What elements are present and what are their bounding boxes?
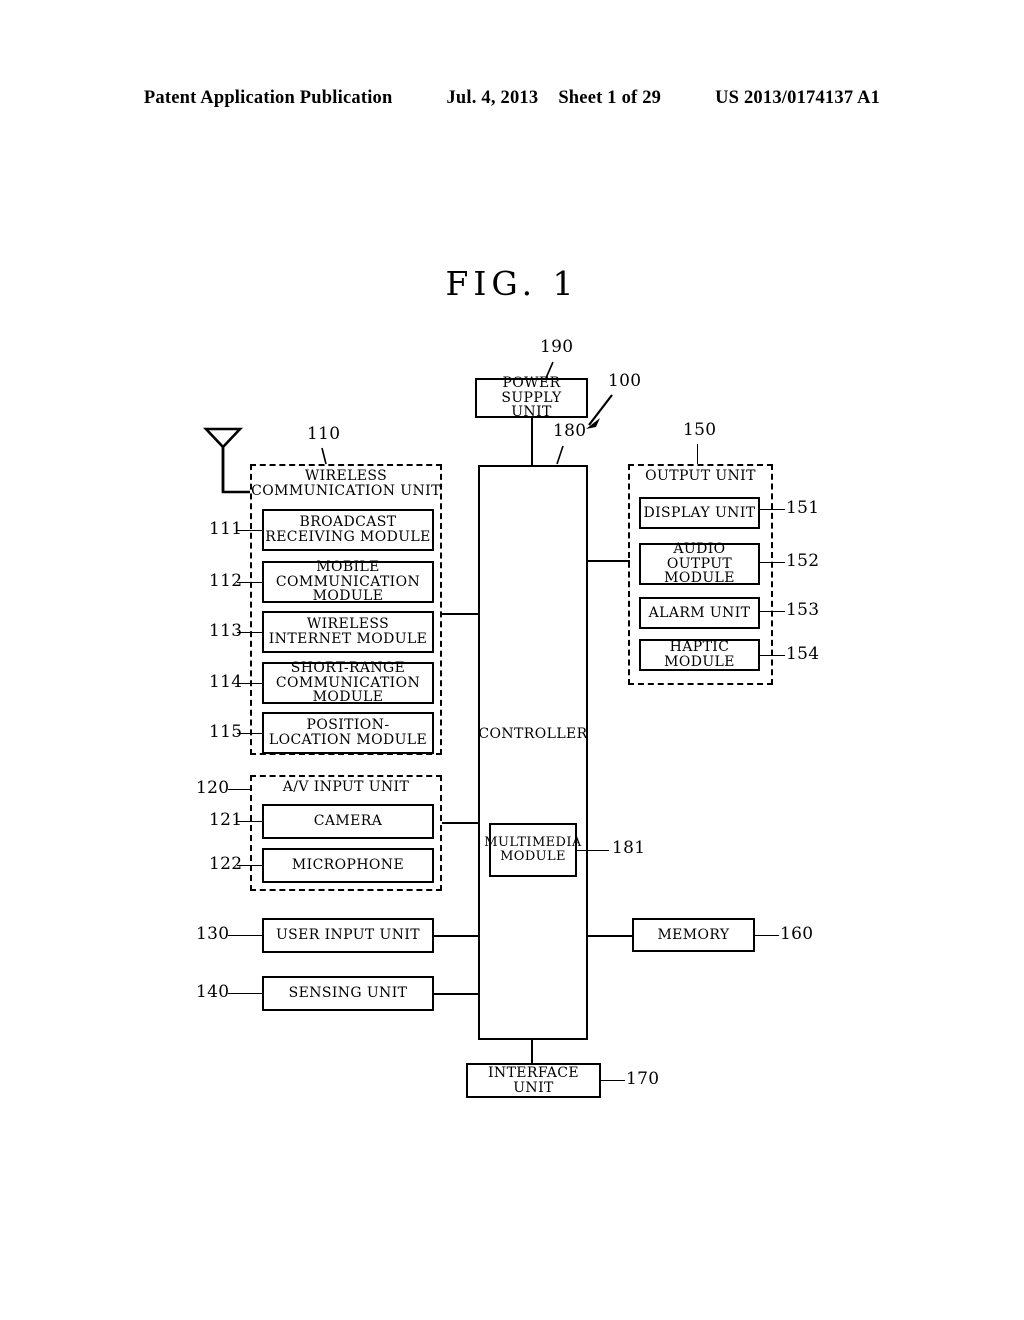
alarm-unit-box[interactable]: ALARM UNIT [639,597,760,629]
ref-181: 181 [612,838,646,858]
ref-160: 160 [780,924,814,944]
leader-150 [697,444,698,464]
connector-controller-to-output [586,560,630,562]
mobile-communication-module-box[interactable]: MOBILE COMMUNICATION MODULE [262,559,434,604]
user-input-unit-box[interactable]: USER INPUT UNIT [262,918,434,953]
connector-controller-to-memory [586,935,632,937]
connector-power-to-controller [531,415,533,467]
ref-130: 130 [196,924,230,944]
memory-box[interactable]: MEMORY [632,918,755,952]
connector-userinput-to-controller [434,935,480,937]
ref-110: 110 [307,424,341,444]
leader-154 [760,655,785,656]
ref-115: 115 [209,722,243,742]
ref-121: 121 [209,810,243,830]
connector-sensing-to-controller [434,993,480,995]
leader-151 [760,509,785,510]
ref-151: 151 [786,498,820,518]
leader-153 [760,611,785,612]
ref-150: 150 [683,420,717,440]
ref-190: 190 [540,337,574,357]
connector-av-to-controller [442,822,480,824]
ref-100: 100 [608,371,642,391]
controller-label: CONTROLLER [478,726,588,742]
microphone-box[interactable]: MICROPHONE [262,848,434,883]
block-diagram: 100 190 POWER SUPPLY UNIT 180 CONTROLLER… [0,0,1024,1320]
camera-box[interactable]: CAMERA [262,804,434,839]
interface-unit-box[interactable]: INTERFACE UNIT [466,1063,601,1098]
display-unit-box[interactable]: DISPLAY UNIT [639,497,760,529]
connector-controller-to-interface [531,1040,533,1064]
leader-181 [577,850,609,851]
ref-122: 122 [209,854,243,874]
controller-box[interactable]: CONTROLLER [478,465,588,1040]
ref-120: 120 [196,778,230,798]
output-unit-label: OUTPUT UNIT [645,468,756,484]
broadcast-receiving-module-box[interactable]: BROADCAST RECEIVING MODULE [262,509,434,551]
haptic-module-box[interactable]: HAPTIC MODULE [639,639,760,671]
sensing-unit-box[interactable]: SENSING UNIT [262,976,434,1011]
power-supply-unit-box[interactable]: POWER SUPPLY UNIT [475,375,588,420]
ref-140: 140 [196,982,230,1002]
leader-140 [228,993,262,994]
ref-152: 152 [786,551,820,571]
multimedia-module-box[interactable]: MULTIMEDIA MODULE [484,823,581,877]
connector-wireless-to-controller [442,613,480,615]
ref-180: 180 [553,421,587,441]
ref-113: 113 [209,621,243,641]
wireless-communication-unit-label: WIRELESS COMMUNICATION UNIT [251,468,441,500]
wireless-internet-module-box[interactable]: WIRELESS INTERNET MODULE [262,611,434,653]
ref-153: 153 [786,600,820,620]
av-input-unit-label: A/V INPUT UNIT [282,779,410,795]
leader-130 [228,935,262,936]
short-range-communication-module-box[interactable]: SHORT-RANGE COMMUNICATION MODULE [262,660,434,705]
position-location-module-box[interactable]: POSITION- LOCATION MODULE [262,712,434,754]
leader-120 [228,789,250,790]
ref-114: 114 [209,672,243,692]
leader-170 [601,1080,625,1081]
ref-111: 111 [209,519,243,539]
ref-154: 154 [786,644,820,664]
audio-output-module-box[interactable]: AUDIO OUTPUT MODULE [639,541,760,586]
leader-152 [760,562,785,563]
leader-160 [755,935,779,936]
ref-170: 170 [626,1069,660,1089]
ref-112: 112 [209,571,243,591]
